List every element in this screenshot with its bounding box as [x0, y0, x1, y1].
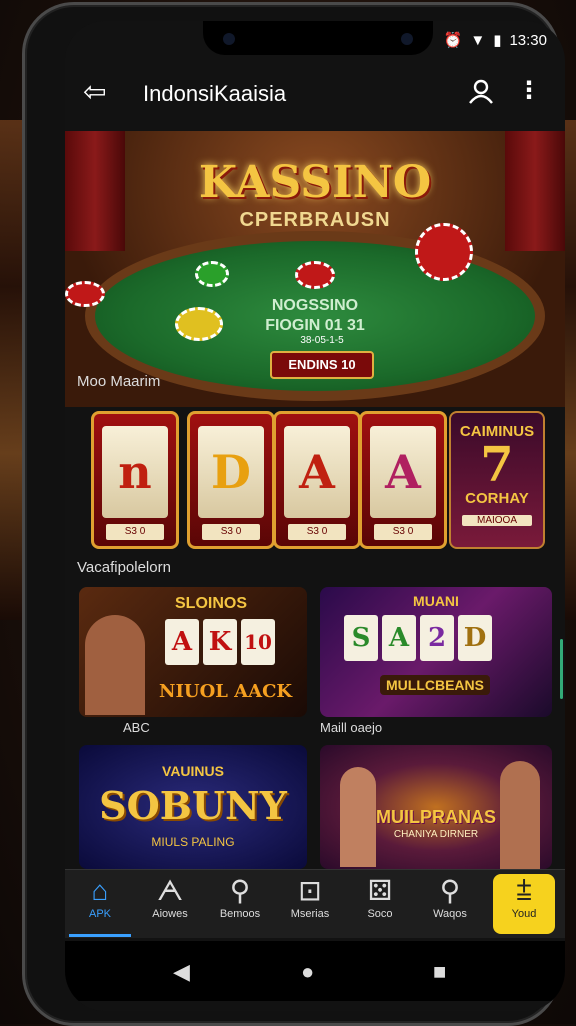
nav-label: APK: [88, 908, 111, 920]
promo-tile[interactable]: CAIMINUS 7 CORHAY MAIOOA: [449, 411, 545, 549]
slot-reel[interactable]: A S3 0: [273, 411, 361, 549]
status-time: 13:30: [509, 31, 547, 49]
phone-screen: ⏰ ▼ ▮ 13:30 ⇦ IndonsiKaaisia ⋮ KASSINO C…: [65, 21, 565, 1011]
slot-reel[interactable]: A S3 0: [359, 411, 447, 549]
nav-item-soco[interactable]: ⚄ Soco: [349, 874, 411, 934]
dice-icon: ⚄: [367, 875, 393, 906]
nav-item-bemoos[interactable]: ⚲ Bemoos: [209, 874, 271, 934]
game-card[interactable]: SLOINOS A K 10 NIUOL AACK: [79, 587, 307, 717]
slot-reel[interactable]: D S3 0: [187, 411, 275, 549]
reel-symbol: A: [382, 615, 416, 661]
wifi-icon: ▼: [470, 31, 486, 49]
user-icon[interactable]: [467, 77, 495, 105]
card-footer: MULLCBEANS: [380, 675, 490, 695]
nav-item-mserias[interactable]: ⊡ Mserias: [279, 874, 341, 934]
card-header: MUILPRANAS: [376, 807, 496, 827]
chip-icon: [415, 223, 473, 281]
promo-line2: CORHAY: [465, 490, 529, 507]
slot-reel[interactable]: n S3 0: [91, 411, 179, 549]
card-caption: Maill oaejo: [320, 720, 383, 735]
reel-tag: S3 0: [288, 524, 346, 540]
reel-tag: S3 0: [202, 524, 260, 540]
nav-item-youd[interactable]: ⩲ Youd: [493, 874, 555, 934]
card-footer: NIUOL AACK: [159, 681, 293, 702]
app-bar: ⇦ IndonsiKaaisia ⋮: [65, 67, 565, 119]
search-icon: ⚲: [439, 875, 461, 906]
card-header: SLOINOS: [175, 595, 248, 612]
card-header: VAUINUS: [162, 763, 224, 779]
hero-title: KASSINO: [198, 157, 432, 208]
home-circle-icon[interactable]: ●: [301, 959, 314, 985]
camera-notch: [203, 21, 433, 55]
section-label-featured: Vacafipolelorn: [77, 559, 171, 576]
hero-badge: ENDINS 10: [270, 351, 374, 379]
recents-square-icon[interactable]: ■: [433, 959, 446, 985]
reel-symbol: A: [284, 426, 350, 518]
section-label-slots: Moo Maarim: [77, 373, 161, 390]
card-header: MUANI: [413, 593, 459, 609]
game-card[interactable]: MUANI S A 2 D MULLCBEANS: [320, 587, 552, 717]
nav-item-aiowes[interactable]: ᗅ Aiowes: [139, 874, 201, 934]
nav-label: Soco: [367, 908, 393, 920]
reel-symbol: D: [458, 615, 492, 661]
back-arrow-icon[interactable]: ⇦: [83, 77, 106, 107]
chip-icon: [295, 261, 335, 289]
status-bar: ⏰ ▼ ▮ 13:30: [65, 21, 565, 63]
nav-item-apk[interactable]: ⌂ APK: [69, 874, 131, 937]
bottom-nav: ⌂ APK ᗅ Aiowes ⚲ Bemoos ⊡ Mserias ⚄ Soco…: [65, 869, 565, 938]
promo-tag: MAIOOA: [462, 515, 532, 526]
home-icon: ⌂: [91, 875, 109, 906]
reel-tag: S3 0: [374, 524, 432, 540]
system-nav-bar: ◀ ● ■: [65, 941, 565, 1001]
nav-label: Youd: [511, 908, 537, 920]
reel-symbol: S: [344, 615, 378, 661]
cta-icon: ⩲: [515, 875, 533, 906]
back-triangle-icon[interactable]: ◀: [173, 959, 190, 985]
chip-icon: [195, 261, 229, 287]
alarm-icon: ⏰: [443, 32, 463, 49]
hero-banner[interactable]: KASSINO CPERBRAUSN NOGSSINO FIOGIN 01 31…: [65, 131, 565, 407]
card-footer: MIULS PALING: [151, 835, 235, 849]
app-title: IndonsiKaaisia: [143, 81, 287, 106]
game-card[interactable]: MUILPRANAS CHANIYA DIRNER: [320, 745, 552, 869]
camera-icon: [223, 33, 235, 45]
table-text-line1: NOGSSINO: [271, 297, 359, 314]
nav-label: Waqos: [433, 908, 467, 920]
phone-frame: ⏰ ▼ ▮ 13:30 ⇦ IndonsiKaaisia ⋮ KASSINO C…: [22, 2, 565, 1026]
reel-symbol: D: [198, 426, 264, 518]
gamepad-icon: ⊡: [298, 875, 322, 906]
nav-item-waqos[interactable]: ⚲ Waqos: [419, 874, 481, 934]
more-vert-icon[interactable]: ⋮: [517, 77, 541, 105]
reel-symbol: 2: [420, 615, 454, 661]
reel-tag: S3 0: [106, 524, 164, 540]
nav-label: Bemoos: [219, 908, 261, 920]
reel-symbol: 10: [241, 619, 275, 665]
promo-number: 7: [480, 437, 514, 493]
chip-icon: [65, 281, 105, 307]
reel-symbol: A: [165, 619, 199, 665]
table-text-line2: FIOGIN 01 31: [265, 317, 365, 334]
badge-top-text: 38-05-1-5: [300, 335, 344, 346]
card-footer: CHANIYA DIRNER: [393, 829, 479, 840]
card-caption: ABC: [123, 720, 150, 735]
status-icons: ⏰ ▼ ▮ 13:30: [443, 31, 547, 50]
battery-icon: ▮: [493, 32, 502, 49]
nav-label: Mserias: [290, 908, 330, 920]
card-title: SOBUNY: [99, 783, 287, 828]
chart-icon: ᗅ: [156, 875, 184, 906]
game-card[interactable]: VAUINUS SOBUNY MIULS PALING: [79, 745, 307, 869]
reel-symbol: K: [203, 619, 237, 665]
chip-icon: [175, 307, 223, 341]
reel-symbol: n: [102, 426, 168, 518]
nav-label: Aiowes: [152, 908, 188, 920]
reel-symbol: A: [370, 426, 436, 518]
scrollbar[interactable]: [560, 639, 563, 699]
search-icon: ⚲: [229, 875, 251, 906]
hero-subtitle: CPERBRAUSN: [239, 209, 391, 231]
player-image: [85, 615, 145, 715]
sensor-icon: [401, 33, 413, 45]
